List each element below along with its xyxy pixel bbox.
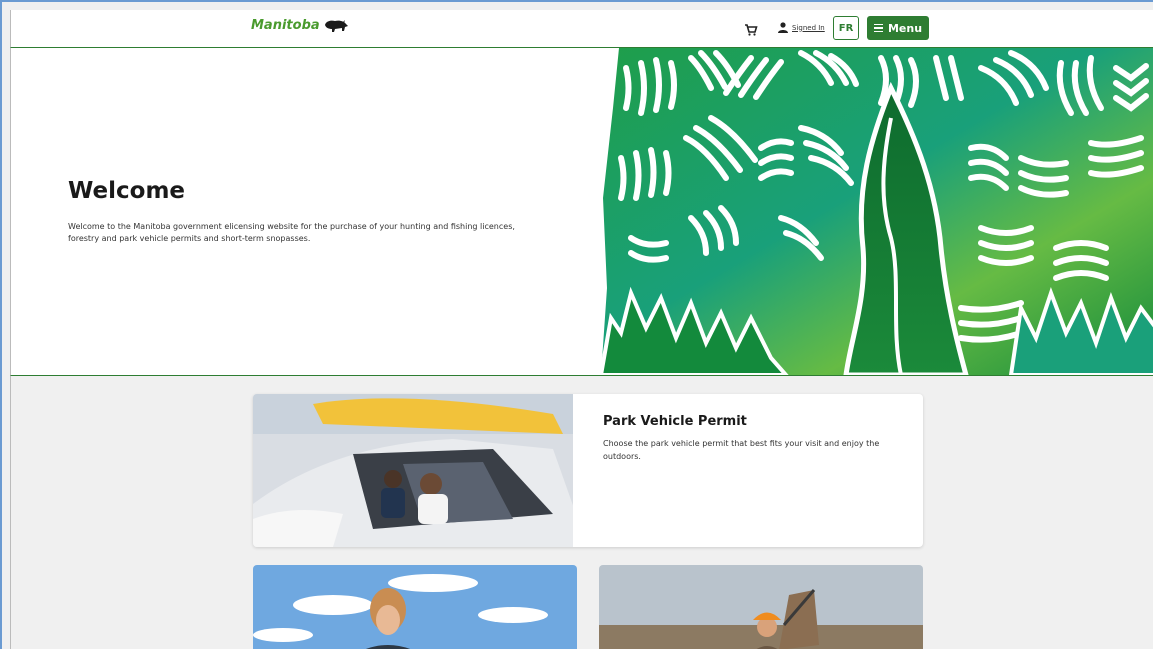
park-vehicle-permit-card[interactable]: Park Vehicle Permit Choose the park vehi… <box>253 394 923 547</box>
fishing-licence-card[interactable] <box>253 565 577 649</box>
language-toggle-button[interactable]: FR <box>833 16 859 40</box>
hero-section: Welcome Welcome to the Manitoba governme… <box>10 48 1153 376</box>
card-title: Park Vehicle Permit <box>603 414 747 429</box>
menu-label: Menu <box>887 21 923 35</box>
hunting-licence-card[interactable] <box>599 565 923 649</box>
hero-description: Welcome to the Manitoba government elice… <box>68 222 515 243</box>
site-header: Manitoba Signed In FR Menu <box>10 10 1153 48</box>
card-description: Choose the park vehicle permit that best… <box>603 439 880 461</box>
bison-icon <box>324 19 348 32</box>
page-title: Welcome <box>68 178 186 204</box>
signed-in-label: Signed In <box>792 23 825 32</box>
hunting-licence-image <box>599 565 923 649</box>
page-left-border <box>10 376 11 649</box>
cart-icon[interactable] <box>744 22 758 36</box>
browser-frame: Manitoba Signed In FR Menu Welcome Welco… <box>0 0 1153 649</box>
manitoba-logo[interactable]: Manitoba <box>251 18 349 33</box>
hero-artwork-image <box>601 48 1153 375</box>
card-body: Park Vehicle Permit Choose the park vehi… <box>573 394 923 547</box>
logo-text: Manitoba <box>251 18 320 33</box>
menu-button[interactable]: Menu <box>867 16 929 40</box>
signed-in-link[interactable]: Signed In <box>778 22 825 33</box>
park-vehicle-permit-image <box>253 394 573 547</box>
hamburger-icon <box>873 23 883 33</box>
user-icon <box>778 22 788 33</box>
fishing-licence-image <box>253 565 577 649</box>
